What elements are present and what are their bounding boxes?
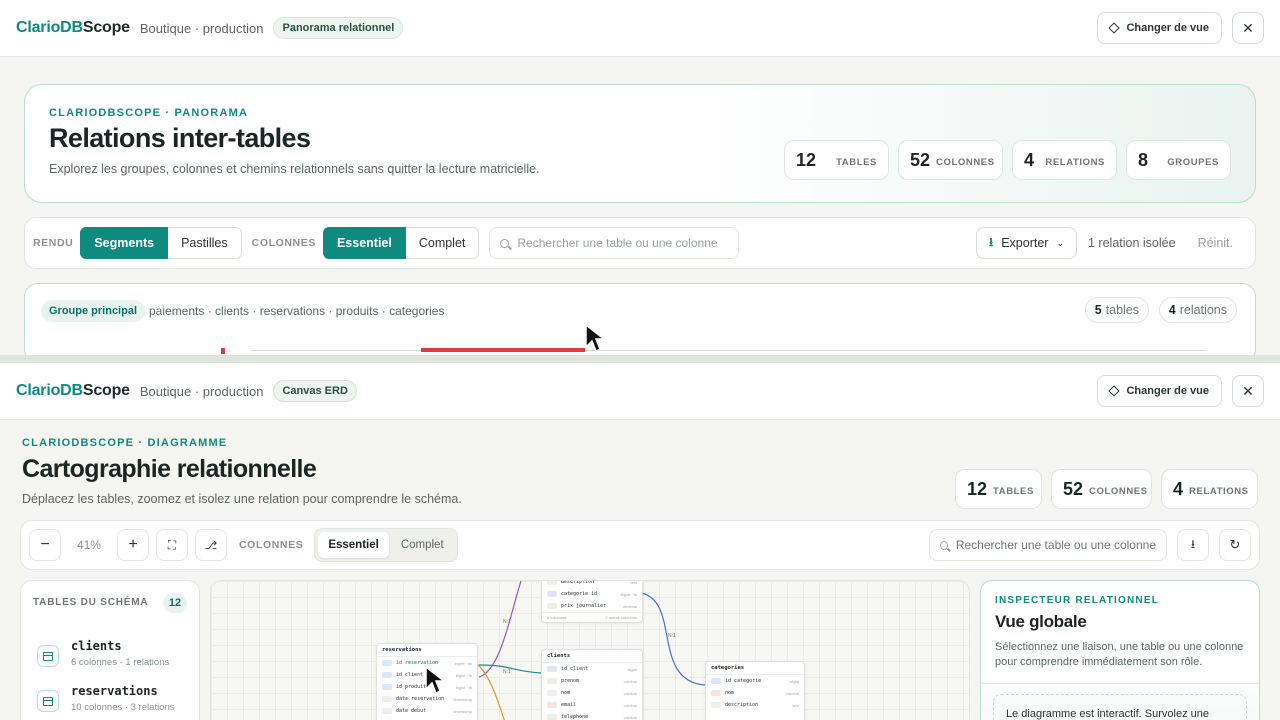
complet-toggle-2[interactable]: Complet bbox=[391, 532, 454, 558]
colonnes-label: COLONNES bbox=[251, 237, 316, 249]
sidebar-item-clients[interactable]: clients 6 colonnes · 1 relations bbox=[37, 639, 169, 668]
group-card: Groupe principal paiements · clients · r… bbox=[24, 283, 1256, 363]
sidebar-title: TABLES DU SCHÉMA bbox=[33, 597, 149, 608]
colonnes-label-2: COLONNES bbox=[239, 539, 304, 551]
search-icon bbox=[940, 540, 948, 550]
relation-inspector: INSPECTEUR RELATIONNEL Vue globale Sélec… bbox=[980, 580, 1260, 720]
stat-groups: 8 GROUPES bbox=[1126, 140, 1231, 180]
stat-tables: 12 TABLES bbox=[784, 140, 889, 180]
fullscreen-icon: ⛶ bbox=[167, 537, 177, 552]
stat-columns-2: 52 COLONNES bbox=[1051, 469, 1152, 509]
minus-icon: − bbox=[40, 536, 50, 553]
group-relations-count: 4 relations bbox=[1158, 297, 1237, 323]
eyebrow-2: CLARIODBSCOPE · DIAGRAMME bbox=[22, 437, 228, 449]
view-tag: Panorama relationnel bbox=[273, 17, 404, 39]
close-icon: ✕ bbox=[1242, 382, 1254, 399]
columns-segmented-control: Essentiel Complet bbox=[314, 528, 458, 562]
group-tables-list: paiements · clients · reservations · pro… bbox=[149, 304, 445, 318]
close-button-2[interactable]: ✕ bbox=[1232, 375, 1264, 407]
close-button[interactable]: ✕ bbox=[1232, 12, 1264, 44]
eyebrow: CLARIODBSCOPE · PANORAMA bbox=[49, 107, 249, 119]
download-icon: ⭳ bbox=[989, 234, 994, 249]
breadcrumb-2: Boutique · production bbox=[139, 383, 264, 399]
page-subtitle-2: Déplacez les tables, zoomez et isolez un… bbox=[22, 492, 462, 506]
zoom-out-button[interactable]: − bbox=[29, 529, 61, 561]
rendu-label: RENDU bbox=[33, 237, 74, 249]
mouse-cursor-icon bbox=[585, 323, 606, 353]
diagram-toolbar: − 41% + ⛶ ⎇ COLONNES Essentiel Complet R… bbox=[20, 520, 1260, 570]
refresh-button[interactable]: ↻ bbox=[1219, 529, 1251, 561]
matrix-toolbar: RENDU Segments Pastilles COLONNES Essent… bbox=[24, 217, 1256, 269]
inspector-text: Sélectionnez une liaison, une table ou u… bbox=[995, 641, 1244, 669]
schema-sidebar: TABLES DU SCHÉMA 12 clients 6 colonnes · … bbox=[20, 580, 200, 720]
refresh-icon: ↻ bbox=[1229, 537, 1241, 552]
matrix-axis bbox=[251, 350, 1207, 351]
inspector-hint: Le diagramme est interactif. Survolez un… bbox=[993, 694, 1247, 720]
diagram-header: CLARIODBSCOPE · DIAGRAMME Cartographie r… bbox=[22, 437, 462, 506]
chevron-down-icon: ⌄ bbox=[1056, 237, 1064, 248]
brand-logo[interactable]: ClarioDBScope bbox=[16, 19, 130, 37]
page-title-2: Cartographie relationnelle bbox=[22, 455, 317, 483]
erd-canvas[interactable]: N:1 N:1 N:1 description text categorie id… bbox=[210, 580, 970, 720]
reset-button[interactable]: Réinit. bbox=[1198, 236, 1233, 250]
plus-icon: + bbox=[128, 536, 138, 553]
export-button[interactable]: ⭳ Exporter ⌄ bbox=[976, 227, 1077, 259]
essentiel-toggle[interactable]: Essentiel bbox=[322, 227, 406, 259]
stats-row: 12 TABLES 52 COLONNES 4 RELATIONS 8 GROUPES bbox=[784, 140, 1231, 180]
segments-toggle[interactable]: Segments bbox=[80, 227, 169, 259]
zoom-in-button[interactable]: + bbox=[117, 529, 149, 561]
search-input[interactable]: Rechercher une table ou une colonne bbox=[489, 227, 740, 259]
mouse-cursor-icon bbox=[425, 665, 446, 695]
inspector-eyebrow: INSPECTEUR RELATIONNEL bbox=[995, 595, 1159, 606]
zoom-level: 41% bbox=[76, 538, 102, 552]
search-icon bbox=[500, 238, 510, 248]
group-badge: Groupe principal bbox=[41, 300, 146, 322]
download-icon: ⭳ bbox=[1190, 536, 1196, 551]
erd-table-produits[interactable]: description text categorie id bigint · fk … bbox=[541, 581, 643, 623]
diamond-icon bbox=[1108, 22, 1121, 34]
sidebar-count-badge: 12 bbox=[163, 593, 187, 613]
fit-screen-button[interactable]: ⛶ bbox=[156, 529, 188, 561]
erd-table-categories[interactable]: categories id categorie bigint nom varchar… bbox=[705, 661, 805, 720]
top-bar: ClarioDBScope Boutique · production Pano… bbox=[0, 0, 1280, 57]
close-icon: ✕ bbox=[1242, 19, 1254, 36]
edge-reservations-produits[interactable] bbox=[478, 581, 522, 678]
pastilles-toggle[interactable]: Pastilles bbox=[168, 227, 242, 259]
search-input-2[interactable]: Rechercher une table ou une colonne bbox=[929, 529, 1167, 561]
group-tables-count: 5 tables bbox=[1084, 297, 1149, 323]
inspector-title: Vue globale bbox=[995, 612, 1087, 631]
change-view-button-2[interactable]: Changer de vue bbox=[1097, 375, 1222, 407]
sidebar-item-reservations[interactable]: reservations 10 colonnes · 3 relations bbox=[37, 684, 175, 713]
table-icon bbox=[37, 690, 59, 712]
matrix-marker bbox=[221, 348, 225, 354]
layout-tree-icon: ⎇ bbox=[204, 539, 218, 552]
isolated-relation-status[interactable]: 1 relation isolée bbox=[1088, 236, 1176, 250]
stat-tables-2: 12 TABLES bbox=[955, 469, 1042, 509]
brand-logo-2[interactable]: ClarioDBScope bbox=[16, 382, 130, 400]
stats-row-2: 12 TABLES 52 COLONNES 4 RELATIONS bbox=[955, 469, 1258, 509]
view-tag-2: Canvas ERD bbox=[273, 380, 357, 402]
change-view-button[interactable]: Changer de vue bbox=[1097, 12, 1222, 44]
download-button[interactable]: ⭳ bbox=[1177, 529, 1209, 561]
table-icon bbox=[37, 645, 59, 667]
edge-label: N:1 bbox=[503, 669, 511, 675]
auto-layout-button[interactable]: ⎇ bbox=[195, 529, 227, 561]
edge-label: N:1 bbox=[668, 633, 676, 639]
edge-produits-categories[interactable] bbox=[640, 592, 706, 686]
erd-table-clients[interactable]: clients id client bigint prenom varchar no… bbox=[541, 649, 643, 720]
breadcrumb: Boutique · production bbox=[139, 20, 264, 36]
matrix-segment-highlight[interactable] bbox=[421, 348, 585, 352]
complet-toggle[interactable]: Complet bbox=[405, 227, 480, 259]
edge-label: N:1 bbox=[503, 619, 511, 625]
stat-columns: 52 COLONNES bbox=[898, 140, 1003, 180]
stat-relations: 4 RELATIONS bbox=[1012, 140, 1117, 180]
panel-divider bbox=[0, 355, 1280, 363]
hero-panel: CLARIODBSCOPE · PANORAMA Relations inter… bbox=[24, 84, 1256, 203]
top-bar-2: ClarioDBScope Boutique · production Canv… bbox=[0, 363, 1280, 420]
diamond-icon bbox=[1108, 385, 1121, 397]
stat-relations-2: 4 RELATIONS bbox=[1161, 469, 1258, 509]
essentiel-toggle-2[interactable]: Essentiel bbox=[318, 532, 389, 558]
